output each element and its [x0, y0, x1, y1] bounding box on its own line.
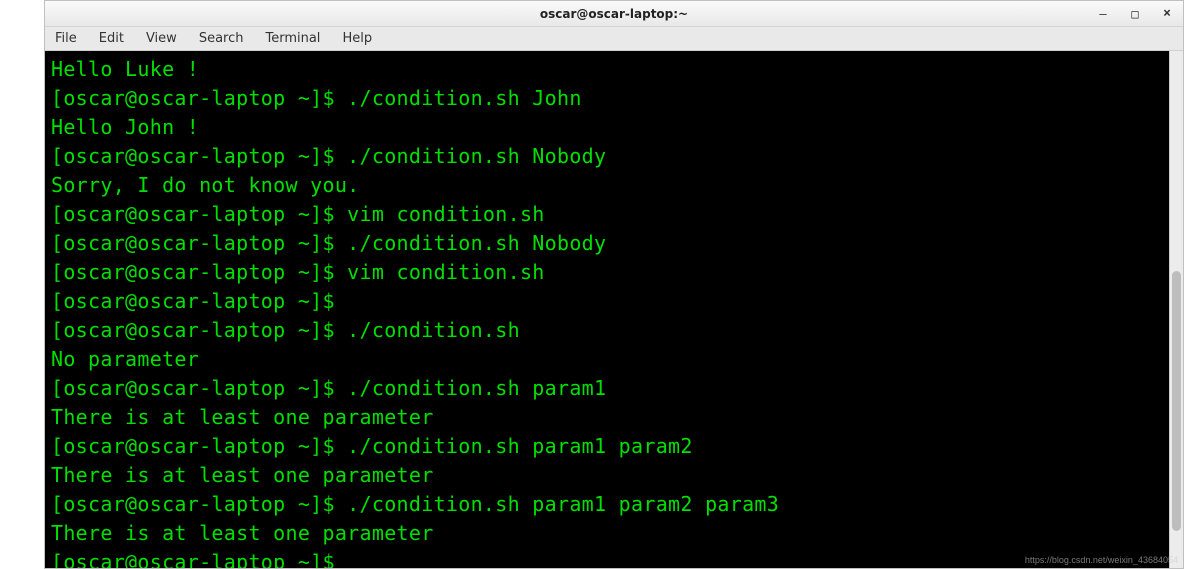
terminal-area[interactable]: Hello Luke ![oscar@oscar-laptop ~]$ ./co… [45, 51, 1169, 568]
menu-help[interactable]: Help [338, 29, 376, 48]
minimize-icon: – [1099, 7, 1106, 21]
titlebar: oscar@oscar-laptop:~ – □ × [45, 1, 1183, 27]
menubar: File Edit View Search Terminal Help [45, 27, 1183, 51]
terminal-line: [oscar@oscar-laptop ~]$ [51, 548, 1163, 568]
window-title: oscar@oscar-laptop:~ [540, 7, 688, 21]
scrollbar-thumb[interactable] [1172, 271, 1181, 531]
terminal-line: [oscar@oscar-laptop ~]$ ./condition.sh p… [51, 374, 1163, 403]
terminal-line: Sorry, I do not know you. [51, 171, 1163, 200]
terminal-window: oscar@oscar-laptop:~ – □ × File Edit Vie… [44, 0, 1184, 569]
close-button[interactable]: × [1155, 5, 1179, 23]
terminal-line: There is at least one parameter [51, 519, 1163, 548]
terminal-line: [oscar@oscar-laptop ~]$ [51, 287, 1163, 316]
maximize-button[interactable]: □ [1123, 5, 1147, 23]
watermark: https://blog.csdn.net/weixin_43684054 [1025, 555, 1178, 565]
menu-file[interactable]: File [51, 29, 81, 48]
terminal-line: [oscar@oscar-laptop ~]$ vim condition.sh [51, 258, 1163, 287]
terminal-line: [oscar@oscar-laptop ~]$ vim condition.sh [51, 200, 1163, 229]
menu-view[interactable]: View [142, 29, 181, 48]
window-controls: – □ × [1091, 1, 1179, 26]
terminal-line: There is at least one parameter [51, 403, 1163, 432]
maximize-icon: □ [1131, 7, 1138, 21]
terminal-line: [oscar@oscar-laptop ~]$ ./condition.sh J… [51, 84, 1163, 113]
terminal-line: Hello John ! [51, 113, 1163, 142]
terminal-line: [oscar@oscar-laptop ~]$ ./condition.sh p… [51, 432, 1163, 461]
menu-terminal[interactable]: Terminal [261, 29, 324, 48]
minimize-button[interactable]: – [1091, 5, 1115, 23]
terminal-line: [oscar@oscar-laptop ~]$ ./condition.sh [51, 316, 1163, 345]
menu-edit[interactable]: Edit [95, 29, 128, 48]
terminal-line: [oscar@oscar-laptop ~]$ ./condition.sh N… [51, 229, 1163, 258]
terminal-line: No parameter [51, 345, 1163, 374]
terminal-line: [oscar@oscar-laptop ~]$ ./condition.sh N… [51, 142, 1163, 171]
scrollbar[interactable] [1169, 51, 1183, 568]
terminal-line: There is at least one parameter [51, 461, 1163, 490]
terminal-line: Hello Luke ! [51, 55, 1163, 84]
terminal-area-wrap: Hello Luke ![oscar@oscar-laptop ~]$ ./co… [45, 51, 1183, 568]
terminal-line: [oscar@oscar-laptop ~]$ ./condition.sh p… [51, 490, 1163, 519]
menu-search[interactable]: Search [195, 29, 248, 48]
close-icon: × [1163, 6, 1171, 21]
